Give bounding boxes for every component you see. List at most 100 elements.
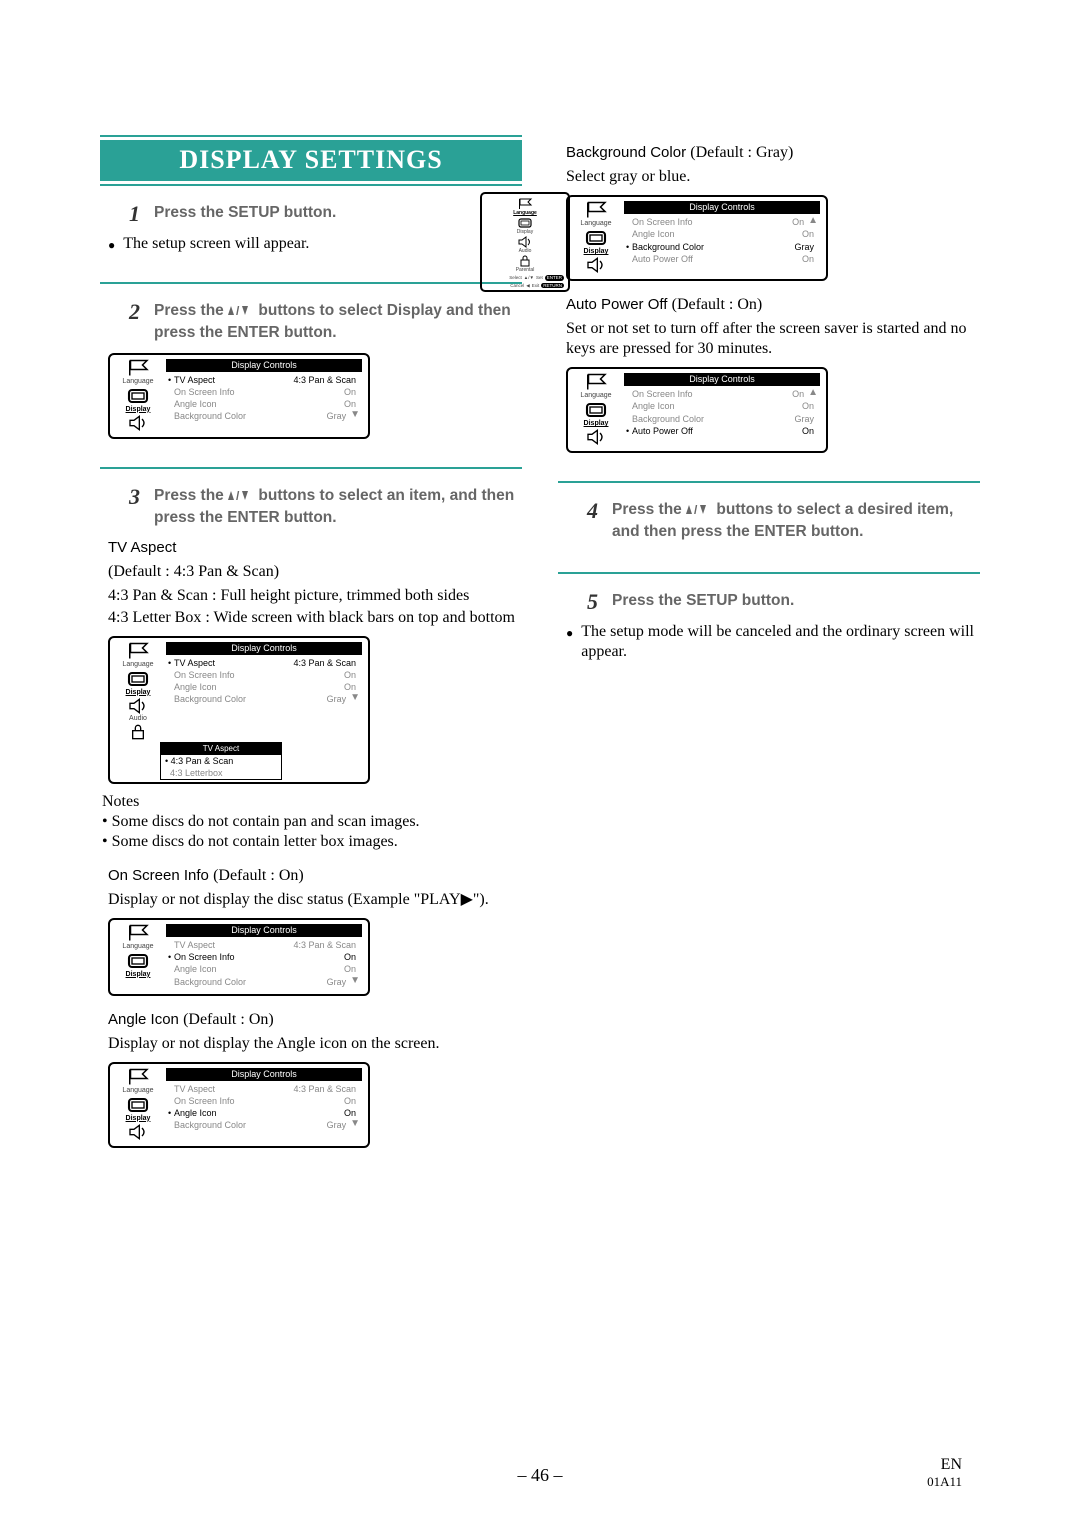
osd-val-pan: 4:3 Pan & Scan <box>293 657 360 669</box>
speaker-icon <box>517 236 533 248</box>
osd-val-gray: Gray <box>310 1119 350 1131</box>
lock-icon <box>517 255 533 267</box>
step4-part-a: Press the <box>612 501 686 518</box>
osd-row-bg: Background Color <box>632 241 778 253</box>
osd-label-language: Language <box>122 661 153 668</box>
osd-val-on: On <box>778 228 818 240</box>
flag-icon <box>517 198 533 210</box>
step3-part-a: Press the <box>154 487 228 504</box>
mini-cancel-label: Cancel <box>510 283 524 289</box>
osd-label-language: Language <box>580 392 611 399</box>
osd-row-bg: Background Color <box>632 413 778 425</box>
osd-figure-tvaspect: Language Display Display Controls •TV As… <box>108 353 370 439</box>
step-3: 3 Press the / buttons to select an item,… <box>122 485 522 530</box>
step2-part-a: Press the <box>154 302 228 319</box>
left-column: DISPLAY SETTINGS 1 Press the SETUP butto… <box>100 135 522 1156</box>
tv-icon <box>126 1096 150 1114</box>
osd-row-onscreen: On Screen Info <box>174 669 320 681</box>
svg-text:/: / <box>236 489 240 502</box>
osd-row-angle: Angle Icon <box>174 963 320 975</box>
osd-title: Display Controls <box>166 642 362 655</box>
osd-row-tvaspect: TV Aspect <box>174 939 293 951</box>
osd-row-bg: Background Color <box>174 1119 310 1131</box>
osd-figure-bgcolor: Language Display Display Controls On Scr… <box>566 195 828 281</box>
tv-aspect-line1: 4:3 Pan & Scan : Full height picture, tr… <box>108 586 522 606</box>
speaker-icon <box>126 1124 150 1140</box>
osd-row-apo: Auto Power Off <box>632 253 778 265</box>
flag-icon <box>126 359 150 377</box>
osd-val-gray: Gray <box>778 241 818 253</box>
angle-default: (Default : On) <box>183 1011 274 1028</box>
down-triangle-icon: ▼ <box>350 693 360 705</box>
step-text: Press the SETUP button. <box>154 202 522 224</box>
mini-label-display: Display <box>517 230 533 235</box>
step-2: 2 Press the / buttons to select Display … <box>122 300 522 345</box>
tv-icon <box>126 387 150 405</box>
osd-title: Display Controls <box>166 1068 362 1081</box>
osd-row-onscreen: On Screen Info <box>632 216 768 228</box>
footer-code: 01A11 <box>927 1474 962 1490</box>
osd-row-tvaspect: TV Aspect <box>174 374 293 386</box>
osd-title: Display Controls <box>624 201 820 214</box>
osd-row-angle: Angle Icon <box>632 228 778 240</box>
osd-val-on: On <box>768 388 808 400</box>
angle-heading: Angle Icon <box>108 1011 183 1028</box>
tv-aspect-default: (Default : 4:3 Pan & Scan) <box>108 562 522 582</box>
osd-row-onscreen: On Screen Info <box>174 1095 320 1107</box>
note-1: • Some discs do not contain pan and scan… <box>102 812 522 832</box>
step1-result: ● The setup screen will appear. <box>108 234 522 254</box>
step-text: Press the / buttons to select an item, a… <box>154 485 522 530</box>
speaker-icon <box>584 257 608 273</box>
apo-body: Set or not set to turn off after the scr… <box>566 319 980 359</box>
apo-heading: Auto Power Off <box>566 296 672 313</box>
step-number: 5 <box>580 590 598 614</box>
osd-val-on: On <box>320 951 360 963</box>
osd-row-apo: Auto Power Off <box>632 425 778 437</box>
osd-label-language: Language <box>122 943 153 950</box>
svg-text:/: / <box>694 503 698 516</box>
mini-exit-label: Exit <box>532 283 540 289</box>
osd-label-display: Display <box>126 406 151 413</box>
page-title: DISPLAY SETTINGS <box>100 140 522 181</box>
right-column: Background Color (Default : Gray) Select… <box>558 135 980 1156</box>
step5-result: ● The setup mode will be canceled and th… <box>566 622 980 662</box>
submenu-opt-panscan: 4:3 Pan & Scan <box>171 756 234 766</box>
speaker-icon <box>126 415 150 431</box>
up-triangle-icon: ▲ <box>808 216 818 228</box>
flag-icon <box>584 373 608 391</box>
osd-label-language: Language <box>580 220 611 227</box>
step-1: 1 Press the SETUP button. <box>122 202 522 226</box>
bullet-dot: ● <box>566 626 573 641</box>
flag-icon <box>126 642 150 660</box>
osd-submenu-title: TV Aspect <box>161 743 281 755</box>
mini-label-language: Language <box>513 211 537 216</box>
osd-val-on: On <box>320 386 360 398</box>
down-triangle-icon: ▼ <box>350 976 360 988</box>
setup-appear-text: The setup screen will appear. <box>123 234 309 254</box>
mini-set-label: Set <box>536 275 543 281</box>
osd-row-tvaspect: TV Aspect <box>174 1083 293 1095</box>
up-down-arrows-icon: / <box>228 304 254 317</box>
osd-val-pan: 4:3 Pan & Scan <box>293 374 360 386</box>
osd-row-angle: Angle Icon <box>632 400 778 412</box>
osd-val-on: On <box>778 253 818 265</box>
tv-icon <box>584 401 608 419</box>
osd-title: Display Controls <box>624 373 820 386</box>
osd-val-gray: Gray <box>310 410 350 422</box>
osd-row-angle: Angle Icon <box>174 1107 320 1119</box>
step-number: 2 <box>122 300 140 324</box>
osd-val-on: On <box>778 425 818 437</box>
osd-row-onscreen: On Screen Info <box>174 951 320 963</box>
osd-row-onscreen: On Screen Info <box>174 386 320 398</box>
osd-val-gray: Gray <box>778 413 818 425</box>
page-number: – 46 – <box>0 1464 1080 1487</box>
step-number: 1 <box>122 202 140 226</box>
osd-submenu-tvaspect: TV Aspect • 4:3 Pan & Scan 4:3 Letterbox <box>160 742 282 780</box>
osd-val-on: On <box>320 669 360 681</box>
tv-icon <box>517 217 533 229</box>
speaker-icon <box>126 698 150 714</box>
step-text: Press the SETUP button. <box>612 590 980 612</box>
bg-default: (Default : Gray) <box>690 144 793 161</box>
osd-row-angle: Angle Icon <box>174 681 320 693</box>
osd-val-on: On <box>778 400 818 412</box>
